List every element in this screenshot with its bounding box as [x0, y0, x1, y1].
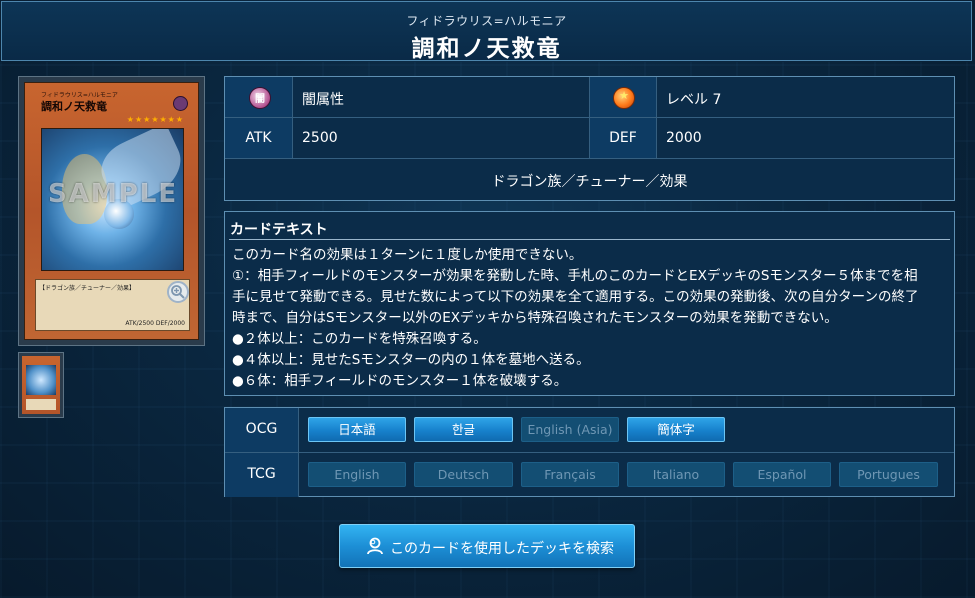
monster-types: ドラゴン族／チューナー／効果: [491, 174, 688, 190]
level-value-cell: レベル 7: [657, 77, 954, 118]
card-thumbnail[interactable]: [18, 352, 64, 418]
lang-button-portugues: Portugues: [839, 462, 938, 487]
atk-label: ATK: [245, 130, 272, 146]
def-label-cell: DEF: [590, 118, 657, 159]
atk-value: 2500: [302, 130, 338, 146]
level-value: レベル 7: [666, 92, 722, 108]
card-name-ruby: フィドラウリス=ハルモニア: [406, 14, 567, 28]
language-table: OCG 日本語 한글 English (Asia) 簡体字 TCG Englis…: [224, 407, 955, 497]
card-artwork: フィドラウリス=ハルモニア 調和ノ天救竜 ★★★★★★★ SAMPLE 【ドラゴ…: [24, 82, 199, 340]
ocg-row: OCG 日本語 한글 English (Asia) 簡体字: [225, 408, 954, 453]
card-text-box: 【ドラゴン族／チューナー／効果】 ATK/2500 DEF/2000: [35, 279, 190, 331]
lang-button-english-asia: English (Asia): [521, 417, 619, 442]
card-image-stats: ATK/2500 DEF/2000: [125, 320, 185, 327]
card-level-stars: ★★★★★★★: [126, 115, 184, 124]
level-icon-cell: ★: [590, 77, 657, 118]
ocg-label: OCG: [245, 421, 278, 437]
atk-value-cell: 2500: [293, 118, 590, 159]
card-text-heading: カードテキスト: [230, 222, 328, 238]
card-info-table: 闇 闇属性 ★ レベル 7 ATK 2500 DEF 2000 ドラゴン族／チュ…: [224, 76, 955, 201]
card-name-title: 調和ノ天救竜: [411, 36, 562, 62]
lang-button-english: English: [308, 462, 406, 487]
def-value: 2000: [666, 130, 702, 146]
level-star-icon: ★: [613, 87, 635, 109]
types-cell: ドラゴン族／チューナー／効果: [225, 159, 954, 200]
atk-label-cell: ATK: [225, 118, 293, 159]
attribute-icon-cell: 闇: [225, 77, 293, 118]
card-text-body: このカード名の効果は１ターンに１度しか使用できない。 ①：相手フィールドのモンス…: [232, 247, 919, 389]
def-value-cell: 2000: [657, 118, 954, 159]
card-attribute-icon: [173, 96, 188, 111]
card-art: SAMPLE: [41, 128, 184, 271]
zoom-icon[interactable]: [167, 281, 189, 303]
card-text-section: カードテキスト このカード名の効果は１ターンに１度しか使用できない。 ①：相手フ…: [224, 211, 955, 396]
lang-button-simplified-chinese[interactable]: 簡体字: [627, 417, 725, 442]
lang-button-deutsch: Deutsch: [414, 462, 513, 487]
card-header: フィドラウリス=ハルモニア 調和ノ天救竜: [1, 1, 972, 62]
lang-button-korean[interactable]: 한글: [414, 417, 513, 442]
divider: [229, 239, 950, 240]
card-image-name: 調和ノ天救竜: [41, 100, 107, 113]
card-image-types: 【ドラゴン族／チューナー／効果】: [39, 285, 136, 292]
tcg-row: TCG English Deutsch Français Italiano Es…: [225, 453, 954, 497]
lang-button-francais: Français: [521, 462, 619, 487]
card-image[interactable]: フィドラウリス=ハルモニア 調和ノ天救竜 ★★★★★★★ SAMPLE 【ドラゴ…: [18, 76, 205, 346]
dark-attribute-icon: 闇: [249, 87, 271, 109]
ocg-label-cell: OCG: [225, 408, 299, 452]
lang-button-italiano: Italiano: [627, 462, 725, 487]
attribute-value-cell: 闇属性: [293, 77, 590, 118]
lang-button-espanol: Español: [733, 462, 831, 487]
tcg-label-cell: TCG: [225, 453, 299, 497]
attribute-value: 闇属性: [302, 92, 344, 108]
search-decks-button[interactable]: このカードを使用したデッキを検索: [339, 524, 635, 568]
sample-watermark: SAMPLE: [48, 179, 179, 209]
search-person-icon: [367, 537, 383, 555]
def-label: DEF: [609, 130, 637, 146]
search-decks-label: このカードを使用したデッキを検索: [390, 541, 614, 557]
tcg-label: TCG: [247, 466, 276, 482]
lang-button-japanese[interactable]: 日本語: [308, 417, 406, 442]
